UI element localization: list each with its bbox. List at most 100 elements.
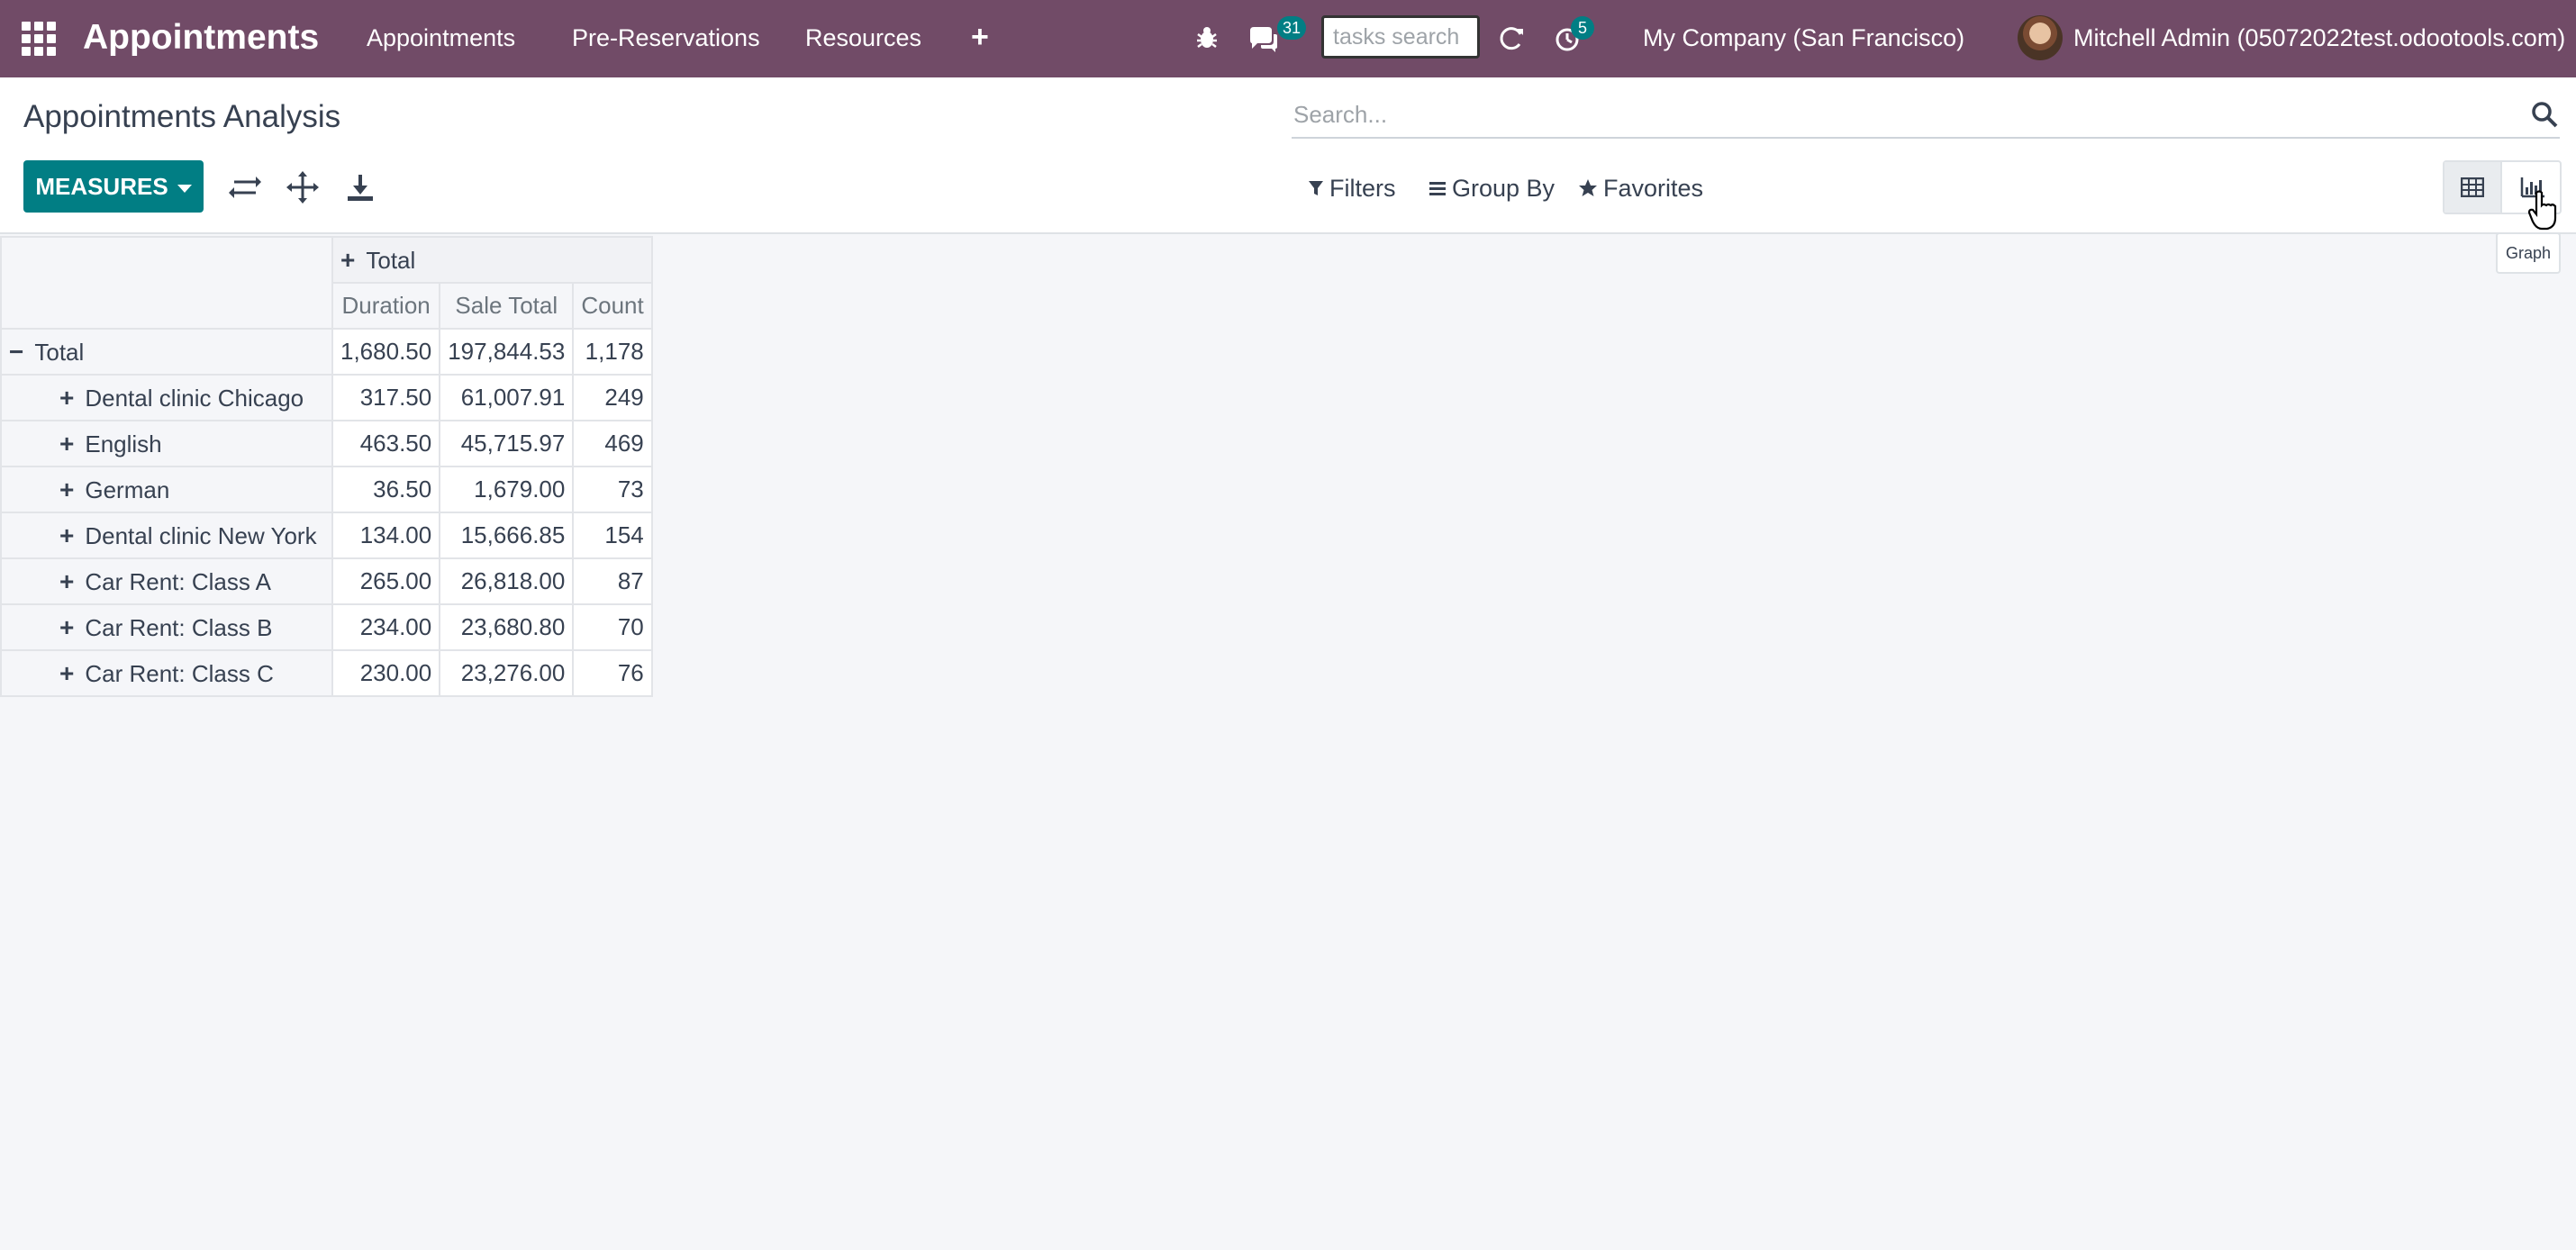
pivot-view-button[interactable] bbox=[2444, 162, 2502, 213]
add-menu-icon[interactable]: + bbox=[971, 20, 989, 54]
company-switcher[interactable]: My Company (San Francisco) bbox=[1643, 22, 1964, 54]
row-label: English bbox=[85, 430, 162, 457]
pivot-total-row: − Total 1,680.50 197,844.53 1,178 bbox=[0, 328, 653, 376]
pivot-row: + German 36.50 1,679.00 73 bbox=[0, 466, 653, 513]
expand-plus-icon: + bbox=[59, 658, 75, 687]
cell-count[interactable]: 249 bbox=[572, 374, 653, 421]
cell-count[interactable]: 76 bbox=[572, 649, 653, 697]
tasks-search-input[interactable]: tasks search bbox=[1321, 15, 1480, 59]
nav-pre-reservations[interactable]: Pre-Reservations bbox=[572, 22, 760, 54]
group-by-icon bbox=[1429, 182, 1446, 195]
cell-duration[interactable]: 463.50 bbox=[331, 420, 441, 467]
search-bar[interactable]: Search... bbox=[1292, 94, 2560, 139]
collapse-minus-icon: − bbox=[9, 337, 24, 366]
nav-resources[interactable]: Resources bbox=[805, 22, 921, 54]
row-header[interactable]: + German bbox=[0, 466, 333, 513]
cell-sale-total[interactable]: 23,276.00 bbox=[439, 649, 575, 697]
row-header[interactable]: + Dental clinic New York bbox=[0, 512, 333, 559]
favorites-button[interactable]: Favorites bbox=[1578, 173, 1703, 204]
cell-count[interactable]: 469 bbox=[572, 420, 653, 467]
measure-header-sale-total[interactable]: Sale Total bbox=[439, 282, 575, 330]
cell-sale-total[interactable]: 61,007.91 bbox=[439, 374, 575, 421]
cell-duration[interactable]: 317.50 bbox=[331, 374, 441, 421]
row-header[interactable]: + English bbox=[0, 420, 333, 467]
measures-button[interactable]: MEASURES bbox=[23, 160, 204, 213]
row-header[interactable]: + Car Rent: Class B bbox=[0, 603, 333, 651]
cell-sale-total[interactable]: 26,818.00 bbox=[439, 557, 575, 605]
cell-duration[interactable]: 234.00 bbox=[331, 603, 441, 651]
app-brand[interactable]: Appointments bbox=[83, 16, 319, 59]
expand-plus-icon: + bbox=[59, 475, 75, 503]
pivot-row: + Car Rent: Class C 230.00 23,276.00 76 bbox=[0, 649, 653, 697]
pivot-row: + Car Rent: Class B 234.00 23,680.80 70 bbox=[0, 603, 653, 651]
nav-appointments[interactable]: Appointments bbox=[367, 22, 515, 54]
expand-all-icon[interactable] bbox=[285, 169, 321, 205]
cell-duration[interactable]: 134.00 bbox=[331, 512, 441, 559]
search-input[interactable]: Search... bbox=[1293, 101, 1387, 129]
measures-label: MEASURES bbox=[35, 173, 168, 200]
row-header[interactable]: + Car Rent: Class C bbox=[0, 649, 333, 697]
pivot-row: + English 463.50 45,715.97 469 bbox=[0, 420, 653, 467]
graph-tooltip: Graph bbox=[2496, 232, 2561, 274]
pivot-row: + Car Rent: Class A 265.00 26,818.00 87 bbox=[0, 557, 653, 605]
pivot-corner bbox=[0, 236, 333, 330]
flip-axis-icon[interactable] bbox=[227, 169, 263, 205]
group-by-label: Group By bbox=[1452, 175, 1556, 202]
pivot-col-header-total[interactable]: + Total bbox=[331, 236, 653, 284]
row-label: Total bbox=[34, 338, 85, 366]
cell-count[interactable]: 73 bbox=[572, 466, 653, 513]
row-label: Dental clinic New York bbox=[85, 521, 317, 549]
activities-badge: 5 bbox=[1571, 16, 1594, 40]
filters-label: Filters bbox=[1329, 175, 1396, 202]
filters-button[interactable]: Filters bbox=[1308, 173, 1396, 204]
favorites-label: Favorites bbox=[1603, 175, 1704, 202]
row-label: Car Rent: Class B bbox=[85, 613, 273, 641]
expand-plus-icon: + bbox=[59, 612, 75, 641]
top-navbar: Appointments Appointments Pre-Reservatio… bbox=[0, 0, 2576, 77]
star-icon bbox=[1579, 179, 1597, 196]
col-header-label: Total bbox=[366, 246, 416, 274]
cell-count[interactable]: 154 bbox=[572, 512, 653, 559]
group-by-button[interactable]: Group By bbox=[1429, 173, 1555, 204]
row-header[interactable]: + Dental clinic Chicago bbox=[0, 374, 333, 421]
apps-menu-icon[interactable] bbox=[22, 22, 56, 56]
debug-bug-icon[interactable] bbox=[1191, 22, 1223, 54]
row-label: German bbox=[85, 476, 170, 503]
cell-count[interactable]: 70 bbox=[572, 603, 653, 651]
cell-count[interactable]: 87 bbox=[572, 557, 653, 605]
cell-duration[interactable]: 265.00 bbox=[331, 557, 441, 605]
cell-duration[interactable]: 1,680.50 bbox=[331, 328, 441, 376]
row-label: Dental clinic Chicago bbox=[85, 384, 304, 412]
expand-plus-icon: + bbox=[59, 383, 75, 412]
expand-plus-icon: + bbox=[59, 521, 75, 549]
cell-count[interactable]: 1,178 bbox=[572, 328, 653, 376]
download-icon[interactable] bbox=[342, 169, 378, 205]
cell-duration[interactable]: 230.00 bbox=[331, 649, 441, 697]
table-icon bbox=[2461, 177, 2484, 197]
page-title: Appointments Analysis bbox=[23, 99, 341, 134]
search-icon[interactable] bbox=[2529, 99, 2560, 130]
measure-header-count[interactable]: Count bbox=[572, 282, 653, 330]
messages-icon[interactable] bbox=[1247, 23, 1279, 56]
row-label: Car Rent: Class C bbox=[85, 659, 274, 687]
row-header[interactable]: + Car Rent: Class A bbox=[0, 557, 333, 605]
messages-badge: 31 bbox=[1277, 16, 1307, 40]
measure-header-duration[interactable]: Duration bbox=[331, 282, 441, 330]
cell-duration[interactable]: 36.50 bbox=[331, 466, 441, 513]
cell-sale-total[interactable]: 1,679.00 bbox=[439, 466, 575, 513]
pivot-row: + Dental clinic Chicago 317.50 61,007.91 … bbox=[0, 374, 653, 421]
expand-plus-icon: + bbox=[340, 245, 356, 274]
user-menu[interactable]: Mitchell Admin (05072022test.odootools.c… bbox=[2073, 22, 2565, 54]
expand-plus-icon: + bbox=[59, 429, 75, 457]
row-label: Car Rent: Class A bbox=[85, 567, 271, 595]
cell-sale-total[interactable]: 23,680.80 bbox=[439, 603, 575, 651]
expand-plus-icon: + bbox=[59, 566, 75, 595]
cell-sale-total[interactable]: 15,666.85 bbox=[439, 512, 575, 559]
refresh-icon[interactable] bbox=[1495, 22, 1528, 54]
row-header-total[interactable]: − Total bbox=[0, 328, 333, 376]
mouse-pointer-hand-icon bbox=[2527, 190, 2557, 231]
user-avatar[interactable] bbox=[2018, 15, 2063, 60]
filter-icon bbox=[1309, 181, 1323, 195]
cell-sale-total[interactable]: 45,715.97 bbox=[439, 420, 575, 467]
cell-sale-total[interactable]: 197,844.53 bbox=[439, 328, 575, 376]
